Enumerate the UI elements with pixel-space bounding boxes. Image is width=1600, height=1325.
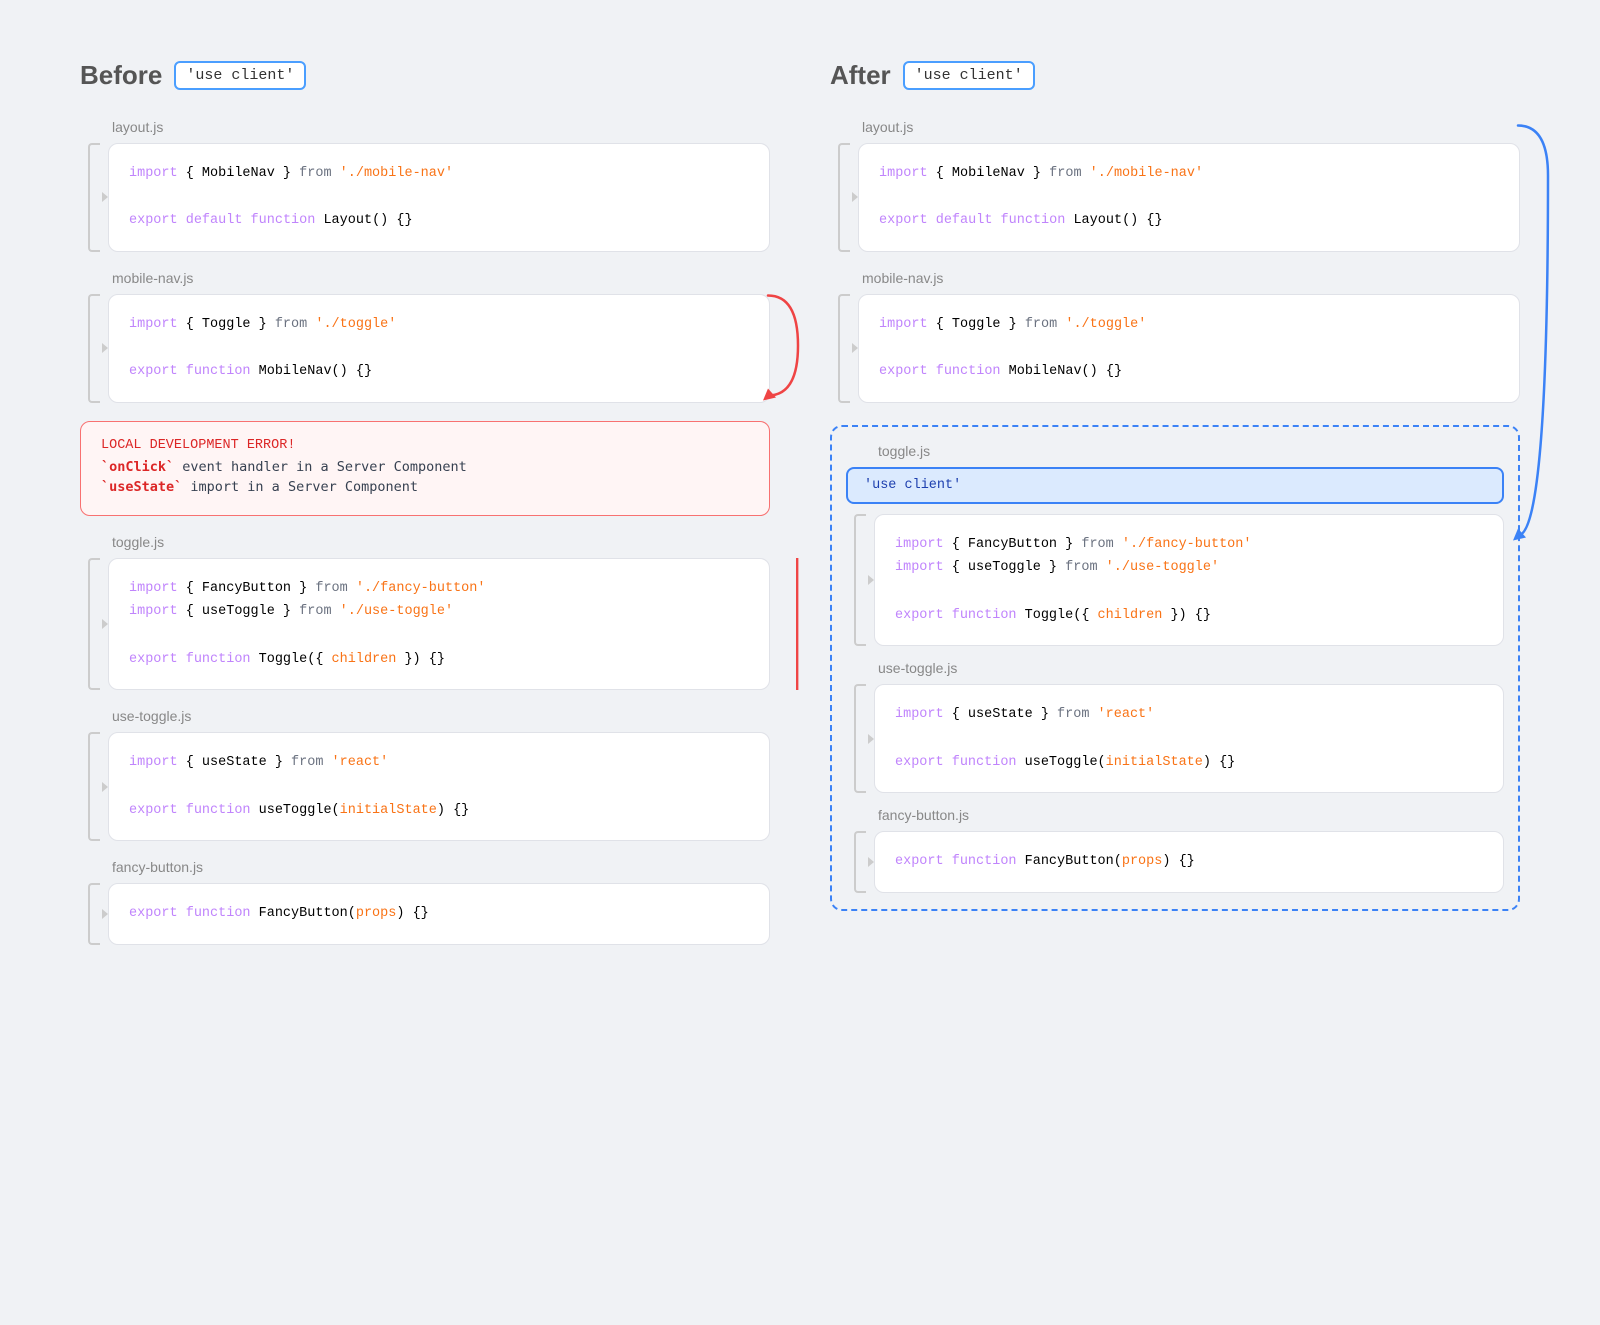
before-error-box: LOCAL DEVELOPMENT ERROR! `onClick` event… — [80, 421, 770, 516]
before-mobilenav-label: mobile-nav.js — [80, 270, 770, 286]
after-toggle-label: toggle.js — [846, 443, 1504, 459]
before-layout-box: import { MobileNav } from './mobile-nav'… — [108, 143, 770, 252]
before-layout-label: layout.js — [80, 119, 770, 135]
before-fancybutton-box: export function FancyButton(props) {} — [108, 883, 770, 945]
main-layout: Before 'use client' layout.js import { M… — [40, 40, 1560, 983]
after-fancybutton-label: fancy-button.js — [846, 807, 1504, 823]
before-title: Before — [80, 60, 162, 91]
before-toggle-label: toggle.js — [80, 534, 770, 550]
after-layout-label: layout.js — [830, 119, 1520, 135]
error-line-1: `onClick` event handler in a Server Comp… — [101, 459, 749, 476]
after-title: After — [830, 60, 891, 91]
before-badge: 'use client' — [174, 61, 306, 90]
before-usetoggle-label: use-toggle.js — [80, 708, 770, 724]
after-fancybutton-section: fancy-button.js export function FancyBut… — [846, 807, 1504, 893]
error-line-2: `useState` import in a Server Component — [101, 479, 749, 496]
after-usetoggle-label: use-toggle.js — [846, 660, 1504, 676]
before-usetoggle-box: import { useState } from 'react' export … — [108, 732, 770, 841]
before-mobilenav-section: mobile-nav.js import { Toggle } from './… — [80, 270, 770, 403]
after-dashed-group: toggle.js 'use client' import { FancyBut… — [830, 425, 1520, 911]
before-header: Before 'use client' — [80, 60, 770, 91]
after-toggle-section: toggle.js 'use client' import { FancyBut… — [846, 443, 1504, 647]
after-usetoggle-box: import { useState } from 'react' export … — [874, 684, 1504, 793]
after-layout-section: layout.js import { MobileNav } from './m… — [830, 119, 1520, 252]
after-badge: 'use client' — [903, 61, 1035, 90]
before-toggle-box: import { FancyButton } from './fancy-but… — [108, 558, 770, 691]
after-mobilenav-section: mobile-nav.js import { Toggle } from './… — [830, 270, 1520, 403]
before-mobilenav-box: import { Toggle } from './toggle' export… — [108, 294, 770, 403]
after-mobilenav-label: mobile-nav.js — [830, 270, 1520, 286]
before-fancybutton-section: fancy-button.js export function FancyBut… — [80, 859, 770, 945]
after-fancybutton-box: export function FancyButton(props) {} — [874, 831, 1504, 893]
red-arrow-before — [758, 286, 808, 406]
before-layout-section: layout.js import { MobileNav } from './m… — [80, 119, 770, 252]
after-column: After 'use client' layout.js import { Mo… — [830, 60, 1520, 963]
after-usetoggle-section: use-toggle.js import { useState } from '… — [846, 660, 1504, 793]
after-toggle-box: import { FancyButton } from './fancy-but… — [874, 514, 1504, 647]
before-toggle-section: toggle.js import { FancyButton } from '.… — [80, 534, 770, 691]
red-arrow-toggle — [758, 558, 808, 691]
before-usetoggle-section: use-toggle.js import { useState } from '… — [80, 708, 770, 841]
before-column: Before 'use client' layout.js import { M… — [80, 60, 770, 963]
error-title: LOCAL DEVELOPMENT ERROR! — [101, 438, 749, 453]
after-layout-box: import { MobileNav } from './mobile-nav'… — [858, 143, 1520, 252]
after-mobilenav-box: import { Toggle } from './toggle' export… — [858, 294, 1520, 403]
after-use-client-highlight: 'use client' — [846, 467, 1504, 504]
before-fancybutton-label: fancy-button.js — [80, 859, 770, 875]
after-header: After 'use client' — [830, 60, 1520, 91]
